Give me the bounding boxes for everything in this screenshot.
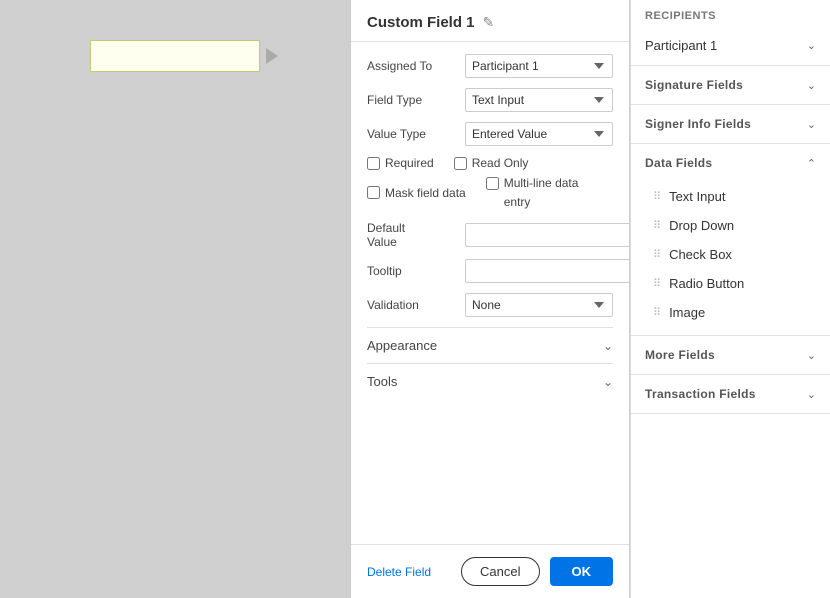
signature-fields-chevron-icon: ⌄ [807,79,816,92]
tools-chevron-icon: ⌄ [603,375,613,389]
default-value-label: DefaultValue [367,221,457,249]
tooltip-input[interactable] [465,259,630,283]
multiline-label: Multi-line data [504,176,579,190]
tooltip-label: Tooltip [367,264,457,278]
more-fields-section: More Fields ⌄ [631,336,830,375]
drag-handle-drop-down: ⠿ [653,219,661,232]
drag-handle-radio-button: ⠿ [653,277,661,290]
transaction-fields-chevron-icon: ⌄ [807,388,816,401]
read-only-checkbox-item[interactable]: Read Only [454,156,529,170]
drop-down-item-label: Drop Down [669,218,734,233]
read-only-checkbox[interactable] [454,157,467,170]
recipients-label: RECIPIENTS [631,0,830,26]
delete-field-button[interactable]: Delete Field [367,565,431,579]
checkbox-row-1: Required Read Only [367,156,613,170]
default-value-input[interactable] [465,223,630,247]
signer-info-chevron-icon: ⌄ [807,118,816,131]
signature-fields-section: Signature Fields ⌄ [631,66,830,105]
signature-fields-header[interactable]: Signature Fields ⌄ [631,66,830,104]
data-fields-title: Data Fields [645,156,712,170]
sidebar-item-image[interactable]: ⠿ Image [631,298,830,327]
transaction-fields-header[interactable]: Transaction Fields ⌄ [631,375,830,413]
canvas-field-box[interactable] [90,40,260,72]
data-fields-chevron-icon: ⌃ [807,157,816,170]
panel-title: Custom Field 1 [367,14,475,31]
field-arrow-indicator [266,48,278,64]
check-box-item-label: Check Box [669,247,732,262]
validation-row: Validation None [367,293,613,317]
tooltip-row: Tooltip [367,259,613,283]
appearance-section[interactable]: Appearance ⌄ [367,327,613,363]
more-fields-title: More Fields [645,348,715,362]
ok-button[interactable]: OK [550,557,614,586]
drag-handle-check-box: ⠿ [653,248,661,261]
drag-handle-text-input: ⠿ [653,190,661,203]
cancel-button[interactable]: Cancel [461,557,539,586]
field-type-label: Field Type [367,93,457,107]
multiline-label-2: entry [486,195,531,209]
text-input-item-label: Text Input [669,189,725,204]
sidebar-item-drop-down[interactable]: ⠿ Drop Down [631,211,830,240]
multiline-checkbox-item[interactable]: Multi-line data entry [486,176,579,209]
canvas-area [0,0,350,598]
appearance-label: Appearance [367,338,437,353]
assigned-to-label: Assigned To [367,59,457,73]
more-fields-header[interactable]: More Fields ⌄ [631,336,830,374]
radio-button-item-label: Radio Button [669,276,744,291]
mask-field-label: Mask field data [385,186,466,200]
value-type-select[interactable]: Entered Value [465,122,613,146]
tools-label: Tools [367,374,397,389]
image-item-label: Image [669,305,705,320]
value-type-row: Value Type Entered Value [367,122,613,146]
signer-info-section: Signer Info Fields ⌄ [631,105,830,144]
appearance-chevron-icon: ⌄ [603,339,613,353]
properties-panel: Custom Field 1 ✎ Assigned To Participant… [350,0,630,598]
data-fields-items: ⠿ Text Input ⠿ Drop Down ⠿ Check Box ⠿ R… [631,182,830,335]
drag-handle-image: ⠿ [653,306,661,319]
panel-footer: Delete Field Cancel OK [351,544,629,598]
tools-section[interactable]: Tools ⌄ [367,363,613,399]
required-checkbox-item[interactable]: Required [367,156,434,170]
panel-body: Assigned To Participant 1 Field Type Tex… [351,42,629,544]
participant-value: Participant 1 [645,38,717,53]
validation-label: Validation [367,298,457,312]
multiline-checkbox[interactable] [486,177,499,190]
transaction-fields-section: Transaction Fields ⌄ [631,375,830,414]
assigned-to-select[interactable]: Participant 1 [465,54,613,78]
value-type-label: Value Type [367,127,457,141]
signer-info-header[interactable]: Signer Info Fields ⌄ [631,105,830,143]
read-only-label: Read Only [472,156,529,170]
right-sidebar: RECIPIENTS Participant 1 ⌄ Signature Fie… [630,0,830,598]
sidebar-item-text-input[interactable]: ⠿ Text Input [631,182,830,211]
field-type-select[interactable]: Text Input [465,88,613,112]
edit-icon[interactable]: ✎ [483,14,495,31]
more-fields-chevron-icon: ⌄ [807,349,816,362]
mask-field-checkbox-item[interactable]: Mask field data [367,176,466,209]
checkbox-row-2: Mask field data Multi-line data entry [367,176,613,209]
data-fields-section: Data Fields ⌃ ⠿ Text Input ⠿ Drop Down ⠿… [631,144,830,336]
panel-header: Custom Field 1 ✎ [351,0,629,42]
signature-fields-title: Signature Fields [645,78,743,92]
validation-select[interactable]: None [465,293,613,317]
default-value-row: DefaultValue [367,221,613,249]
sidebar-item-check-box[interactable]: ⠿ Check Box [631,240,830,269]
signer-info-title: Signer Info Fields [645,117,751,131]
recipients-chevron-icon: ⌄ [807,39,816,52]
data-fields-header[interactable]: Data Fields ⌃ [631,144,830,182]
sidebar-item-radio-button[interactable]: ⠿ Radio Button [631,269,830,298]
mask-field-checkbox[interactable] [367,186,380,199]
required-label: Required [385,156,434,170]
assigned-to-row: Assigned To Participant 1 [367,54,613,78]
recipients-header[interactable]: Participant 1 ⌄ [631,26,830,65]
required-checkbox[interactable] [367,157,380,170]
recipients-section: RECIPIENTS Participant 1 ⌄ [631,0,830,66]
transaction-fields-title: Transaction Fields [645,387,756,401]
field-type-row: Field Type Text Input [367,88,613,112]
